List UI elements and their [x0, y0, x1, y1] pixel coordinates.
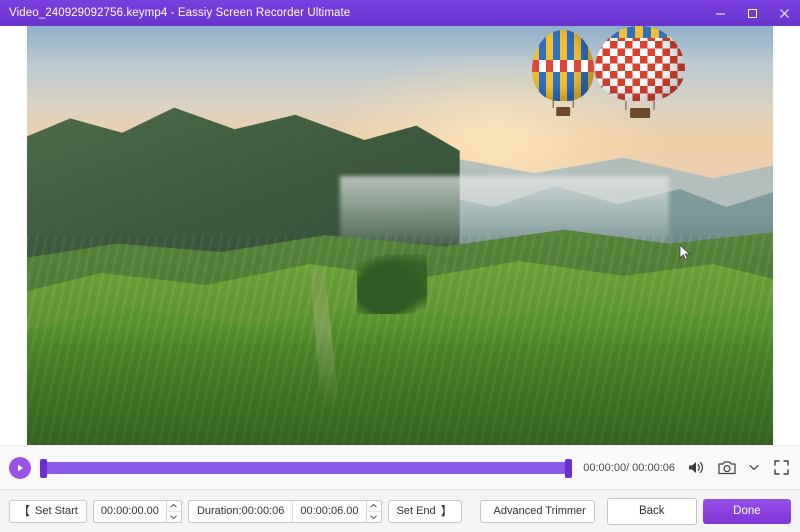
window-controls — [704, 0, 800, 26]
balloon-envelope — [532, 30, 594, 101]
window-title: Video_240929092756.keymp4 - Eassiy Scree… — [9, 7, 351, 19]
fullscreen-button[interactable] — [771, 458, 791, 478]
duration-label: Duration:00:00:06 — [189, 500, 294, 522]
play-icon — [18, 464, 23, 471]
close-icon — [779, 8, 789, 18]
maximize-icon — [747, 8, 757, 18]
trim-start-handle[interactable] — [40, 458, 47, 478]
chevron-down-icon — [749, 465, 759, 470]
caret-up-icon — [170, 503, 178, 508]
done-button[interactable]: Done — [702, 498, 791, 524]
more-options-button[interactable] — [748, 458, 760, 478]
timeline-track[interactable] — [40, 461, 573, 474]
caret-down-icon — [370, 514, 377, 519]
caret-up-icon — [370, 503, 377, 508]
set-end-button[interactable]: Set End 】 — [387, 499, 462, 523]
set-start-label: Set Start — [35, 505, 78, 517]
set-end-label: Set End — [396, 505, 436, 517]
duration-stepper[interactable] — [365, 500, 381, 522]
bracket-close-glyph: 】 — [440, 504, 453, 518]
play-button[interactable] — [9, 456, 31, 479]
mouse-pointer-icon — [679, 244, 691, 261]
fullscreen-icon — [773, 460, 789, 475]
advanced-trimmer-button[interactable]: Advanced Trimmer — [479, 499, 595, 523]
balloon-basket — [630, 107, 650, 118]
timeline-scrubber[interactable] — [40, 458, 573, 478]
duration-value[interactable]: 00:00:06.00 — [293, 505, 365, 517]
balloon-stripe — [532, 59, 594, 73]
back-label: Back — [638, 505, 665, 517]
minimize-button[interactable] — [704, 0, 736, 26]
duration-increment[interactable] — [366, 501, 381, 512]
video-preview-area — [0, 26, 800, 445]
start-time-decrement[interactable] — [167, 512, 181, 522]
hot-air-balloon-right — [595, 26, 685, 118]
duration-decrement[interactable] — [367, 512, 381, 522]
back-button[interactable]: Back — [606, 497, 697, 525]
speaker-icon — [688, 462, 703, 473]
duration-field: Duration:00:00:06 00:00:06.00 — [187, 499, 382, 523]
start-time-increment[interactable] — [166, 501, 181, 512]
maximize-button[interactable] — [736, 0, 768, 26]
camera-icon — [718, 461, 736, 475]
start-time-field[interactable]: 00:00:00.00 — [92, 499, 182, 523]
balloon-envelope — [595, 26, 685, 102]
bottom-toolbar: 【 Set Start 00:00:00.00 Duration:00:00:0 — [0, 489, 800, 532]
snapshot-button[interactable] — [717, 458, 737, 478]
balloon-basket — [556, 106, 570, 116]
time-display: 00:00:00/ 00:00:06 — [583, 461, 675, 474]
tree-cluster — [357, 254, 427, 314]
start-time-stepper[interactable] — [165, 500, 181, 522]
title-bar: Video_240929092756.keymp4 - Eassiy Scree… — [0, 0, 800, 26]
video-frame[interactable] — [27, 26, 773, 445]
foreground-shadow — [27, 325, 773, 445]
application-window: Video_240929092756.keymp4 - Eassiy Scree… — [0, 0, 800, 532]
advanced-trimmer-label: Advanced Trimmer — [493, 505, 586, 517]
start-time-value[interactable]: 00:00:00.00 — [94, 501, 166, 522]
bracket-open-glyph: 【 — [18, 504, 31, 518]
hot-air-balloon-left — [532, 30, 594, 116]
playback-bar: 00:00:00/ 00:00:06 — [0, 445, 800, 489]
minimize-icon — [715, 13, 725, 14]
volume-button[interactable] — [686, 458, 706, 478]
caret-down-icon — [170, 514, 178, 519]
trim-end-handle[interactable] — [565, 458, 573, 478]
balloon-top-band — [595, 26, 685, 39]
set-start-button[interactable]: 【 Set Start — [9, 499, 87, 523]
close-button[interactable] — [768, 0, 800, 26]
done-label: Done — [733, 505, 761, 517]
